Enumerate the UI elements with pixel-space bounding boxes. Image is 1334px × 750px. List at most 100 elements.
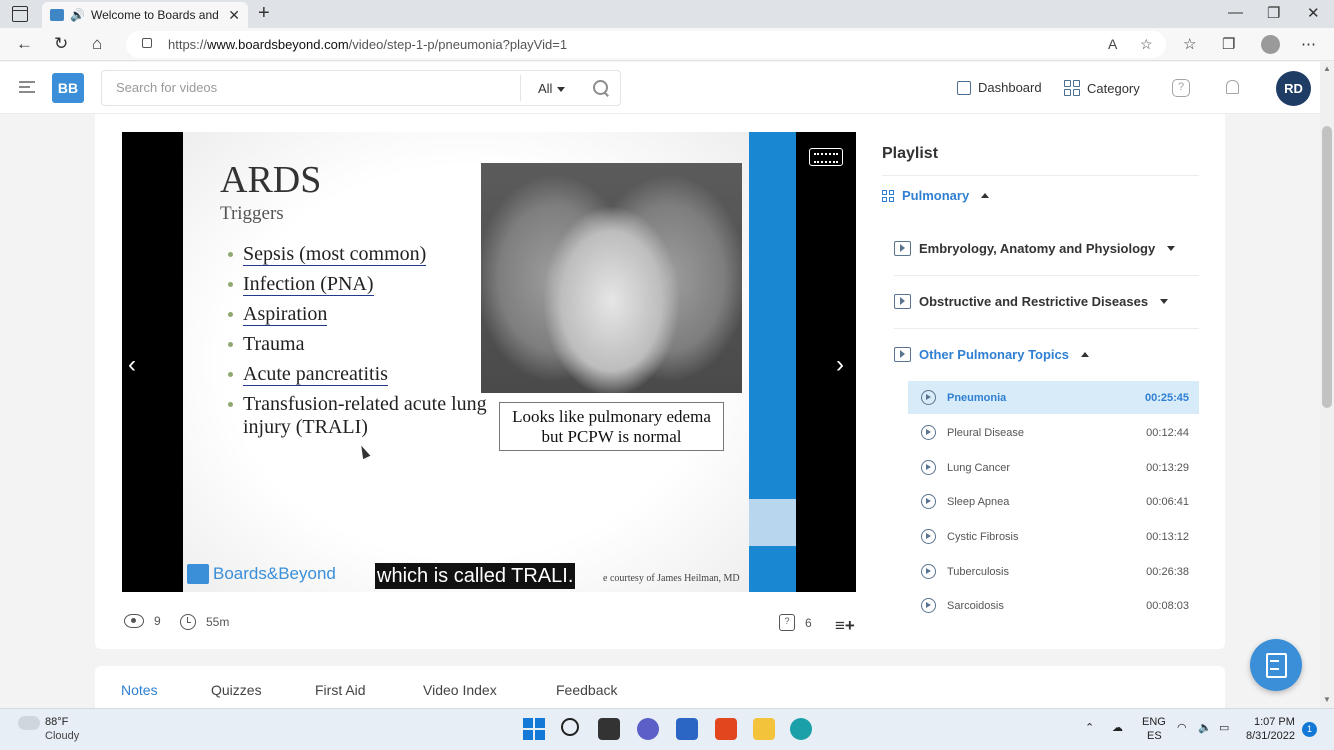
lock-icon[interactable] <box>142 38 152 48</box>
task-view-icon[interactable] <box>598 718 620 740</box>
playlist-group-other-pulmonary[interactable]: Other Pulmonary Topics <box>894 347 1090 362</box>
chat-icon[interactable] <box>637 718 659 740</box>
divider <box>882 175 1199 176</box>
scroll-up-icon[interactable]: ▲ <box>1323 64 1331 73</box>
tab-close-icon[interactable]: ✕ <box>228 7 240 24</box>
search-input[interactable] <box>116 80 506 95</box>
windows-start-icon[interactable] <box>523 718 545 740</box>
image-credit: e courtesy of James Heilman, MD <box>603 573 740 584</box>
playlist-item-lung-cancer[interactable]: Lung Cancer 00:13:29 <box>908 451 1199 484</box>
dashboard-icon <box>957 80 971 95</box>
playlist-item-sarcoidosis[interactable]: Sarcoidosis 00:08:03 <box>908 589 1199 622</box>
video-folder-icon <box>894 347 911 362</box>
language-indicator-bottom[interactable]: ES <box>1147 730 1162 742</box>
previous-slide-button[interactable]: ‹ <box>128 351 136 379</box>
volume-icon[interactable]: 🔈 <box>1198 721 1212 734</box>
play-circle-icon <box>921 390 936 405</box>
tab-video-index[interactable]: Video Index <box>423 682 497 698</box>
read-aloud-icon[interactable]: A <box>1108 36 1117 52</box>
close-window-button[interactable]: ✕ <box>1307 4 1320 22</box>
content-tabs-bar <box>95 666 1225 708</box>
battery-icon[interactable]: ▭ <box>1219 721 1229 734</box>
browser-tab[interactable]: 🔊 Welcome to Boards and Beyond ✕ <box>42 2 248 28</box>
tab-first-aid[interactable]: First Aid <box>315 682 366 698</box>
weather-description[interactable]: Cloudy <box>45 730 79 742</box>
list-item: Transfusion-related acute lung injury (T… <box>228 393 488 439</box>
windows-taskbar <box>0 708 1334 750</box>
playlist-item-pleural-disease[interactable]: Pleural Disease 00:12:44 <box>908 416 1199 449</box>
playlist-item-cystic-fibrosis[interactable]: Cystic Fibrosis 00:13:12 <box>908 520 1199 553</box>
reload-button[interactable]: ↻ <box>54 34 68 54</box>
system-clock[interactable]: 1:07 PM 8/31/2022 <box>1246 715 1295 743</box>
quiz-icon: ? <box>779 614 795 631</box>
edge-browser-icon[interactable] <box>790 718 812 740</box>
site-favicon-icon <box>50 9 64 21</box>
wifi-icon[interactable]: ◠ <box>1177 721 1187 734</box>
list-item: Acute pancreatitis <box>228 363 488 386</box>
avatar[interactable]: RD <box>1276 71 1311 106</box>
scrollbar-thumb[interactable] <box>1322 126 1332 408</box>
office-icon[interactable] <box>715 718 737 740</box>
tab-feedback[interactable]: Feedback <box>556 682 617 698</box>
chevron-down-icon <box>1160 299 1169 304</box>
clock-icon <box>180 614 196 630</box>
search-icon[interactable] <box>592 79 610 97</box>
browser-profile-icon[interactable] <box>1261 35 1280 54</box>
site-logo[interactable]: BB <box>52 73 84 103</box>
playlist-section-pulmonary[interactable]: Pulmonary <box>882 188 990 203</box>
home-button[interactable]: ⌂ <box>92 34 102 54</box>
play-circle-icon <box>921 494 936 509</box>
url-field[interactable]: https://www.boardsbeyond.com/video/step-… <box>126 31 1166 58</box>
language-indicator-top[interactable]: ENG <box>1142 716 1166 728</box>
audio-playing-icon[interactable]: 🔊 <box>70 8 85 22</box>
tab-quizzes[interactable]: Quizzes <box>211 682 262 698</box>
add-favorite-icon[interactable]: ☆ <box>1140 36 1153 53</box>
search-bar: All <box>101 70 621 106</box>
playlist-title: Playlist <box>882 145 939 162</box>
onedrive-cloud-icon[interactable]: ☁ <box>1112 721 1123 734</box>
playlist-item-sleep-apnea[interactable]: Sleep Apnea 00:06:41 <box>908 485 1199 518</box>
slide-subtitle: Triggers <box>220 203 284 224</box>
dashboard-link[interactable]: Dashboard <box>957 80 1042 95</box>
video-duration: 55m <box>180 614 229 630</box>
quiz-count[interactable]: ? 6 <box>779 614 812 631</box>
help-icon[interactable]: ? <box>1172 79 1190 97</box>
tab-actions-icon[interactable] <box>12 6 28 22</box>
category-link[interactable]: Category <box>1064 80 1140 96</box>
bell-icon[interactable] <box>1226 80 1239 94</box>
url-text[interactable]: https://www.boardsbeyond.com/video/step-… <box>168 37 567 52</box>
notification-badge[interactable]: 1 <box>1302 722 1317 737</box>
slide-side-bar-accent <box>749 499 796 546</box>
menu-icon[interactable] <box>19 81 35 93</box>
playlist-item-tuberculosis[interactable]: Tuberculosis 00:26:38 <box>908 555 1199 588</box>
favorites-icon[interactable]: ☆ <box>1183 35 1196 53</box>
playlist-group-embryology[interactable]: Embryology, Anatomy and Physiology <box>894 241 1176 256</box>
chevron-up-icon[interactable]: ⌃ <box>1085 721 1094 734</box>
slide-title: ARDS <box>220 159 322 201</box>
search-filter-dropdown[interactable]: All <box>538 81 566 96</box>
section-grid-icon <box>882 189 894 202</box>
more-options-icon[interactable]: ⋯ <box>1301 35 1316 53</box>
add-to-playlist-icon[interactable]: ≡+ <box>835 616 855 636</box>
notes-fab-button[interactable] <box>1250 639 1302 691</box>
keyboard-icon[interactable] <box>809 148 843 166</box>
list-item: Aspiration <box>228 303 488 326</box>
maximize-button[interactable]: ❐ <box>1267 4 1280 22</box>
play-circle-icon <box>921 564 936 579</box>
search-icon[interactable] <box>561 718 579 736</box>
chest-xray-image <box>481 163 742 393</box>
next-slide-button[interactable]: › <box>836 351 844 379</box>
store-icon[interactable] <box>676 718 698 740</box>
new-tab-button[interactable]: + <box>258 3 270 23</box>
file-explorer-icon[interactable] <box>753 718 775 740</box>
scroll-down-icon[interactable]: ▼ <box>1323 695 1331 704</box>
collections-icon[interactable]: ❐ <box>1222 35 1235 53</box>
tab-notes[interactable]: Notes <box>121 682 158 698</box>
minimize-button[interactable]: — <box>1228 4 1243 21</box>
weather-temperature[interactable]: 88°F <box>45 716 68 728</box>
playlist-group-obstructive[interactable]: Obstructive and Restrictive Diseases <box>894 294 1169 309</box>
cloud-icon[interactable] <box>18 716 40 730</box>
play-circle-icon <box>921 460 936 475</box>
back-button[interactable]: ← <box>16 34 33 54</box>
playlist-item-pneumonia[interactable]: Pneumonia 00:25:45 <box>908 381 1199 414</box>
